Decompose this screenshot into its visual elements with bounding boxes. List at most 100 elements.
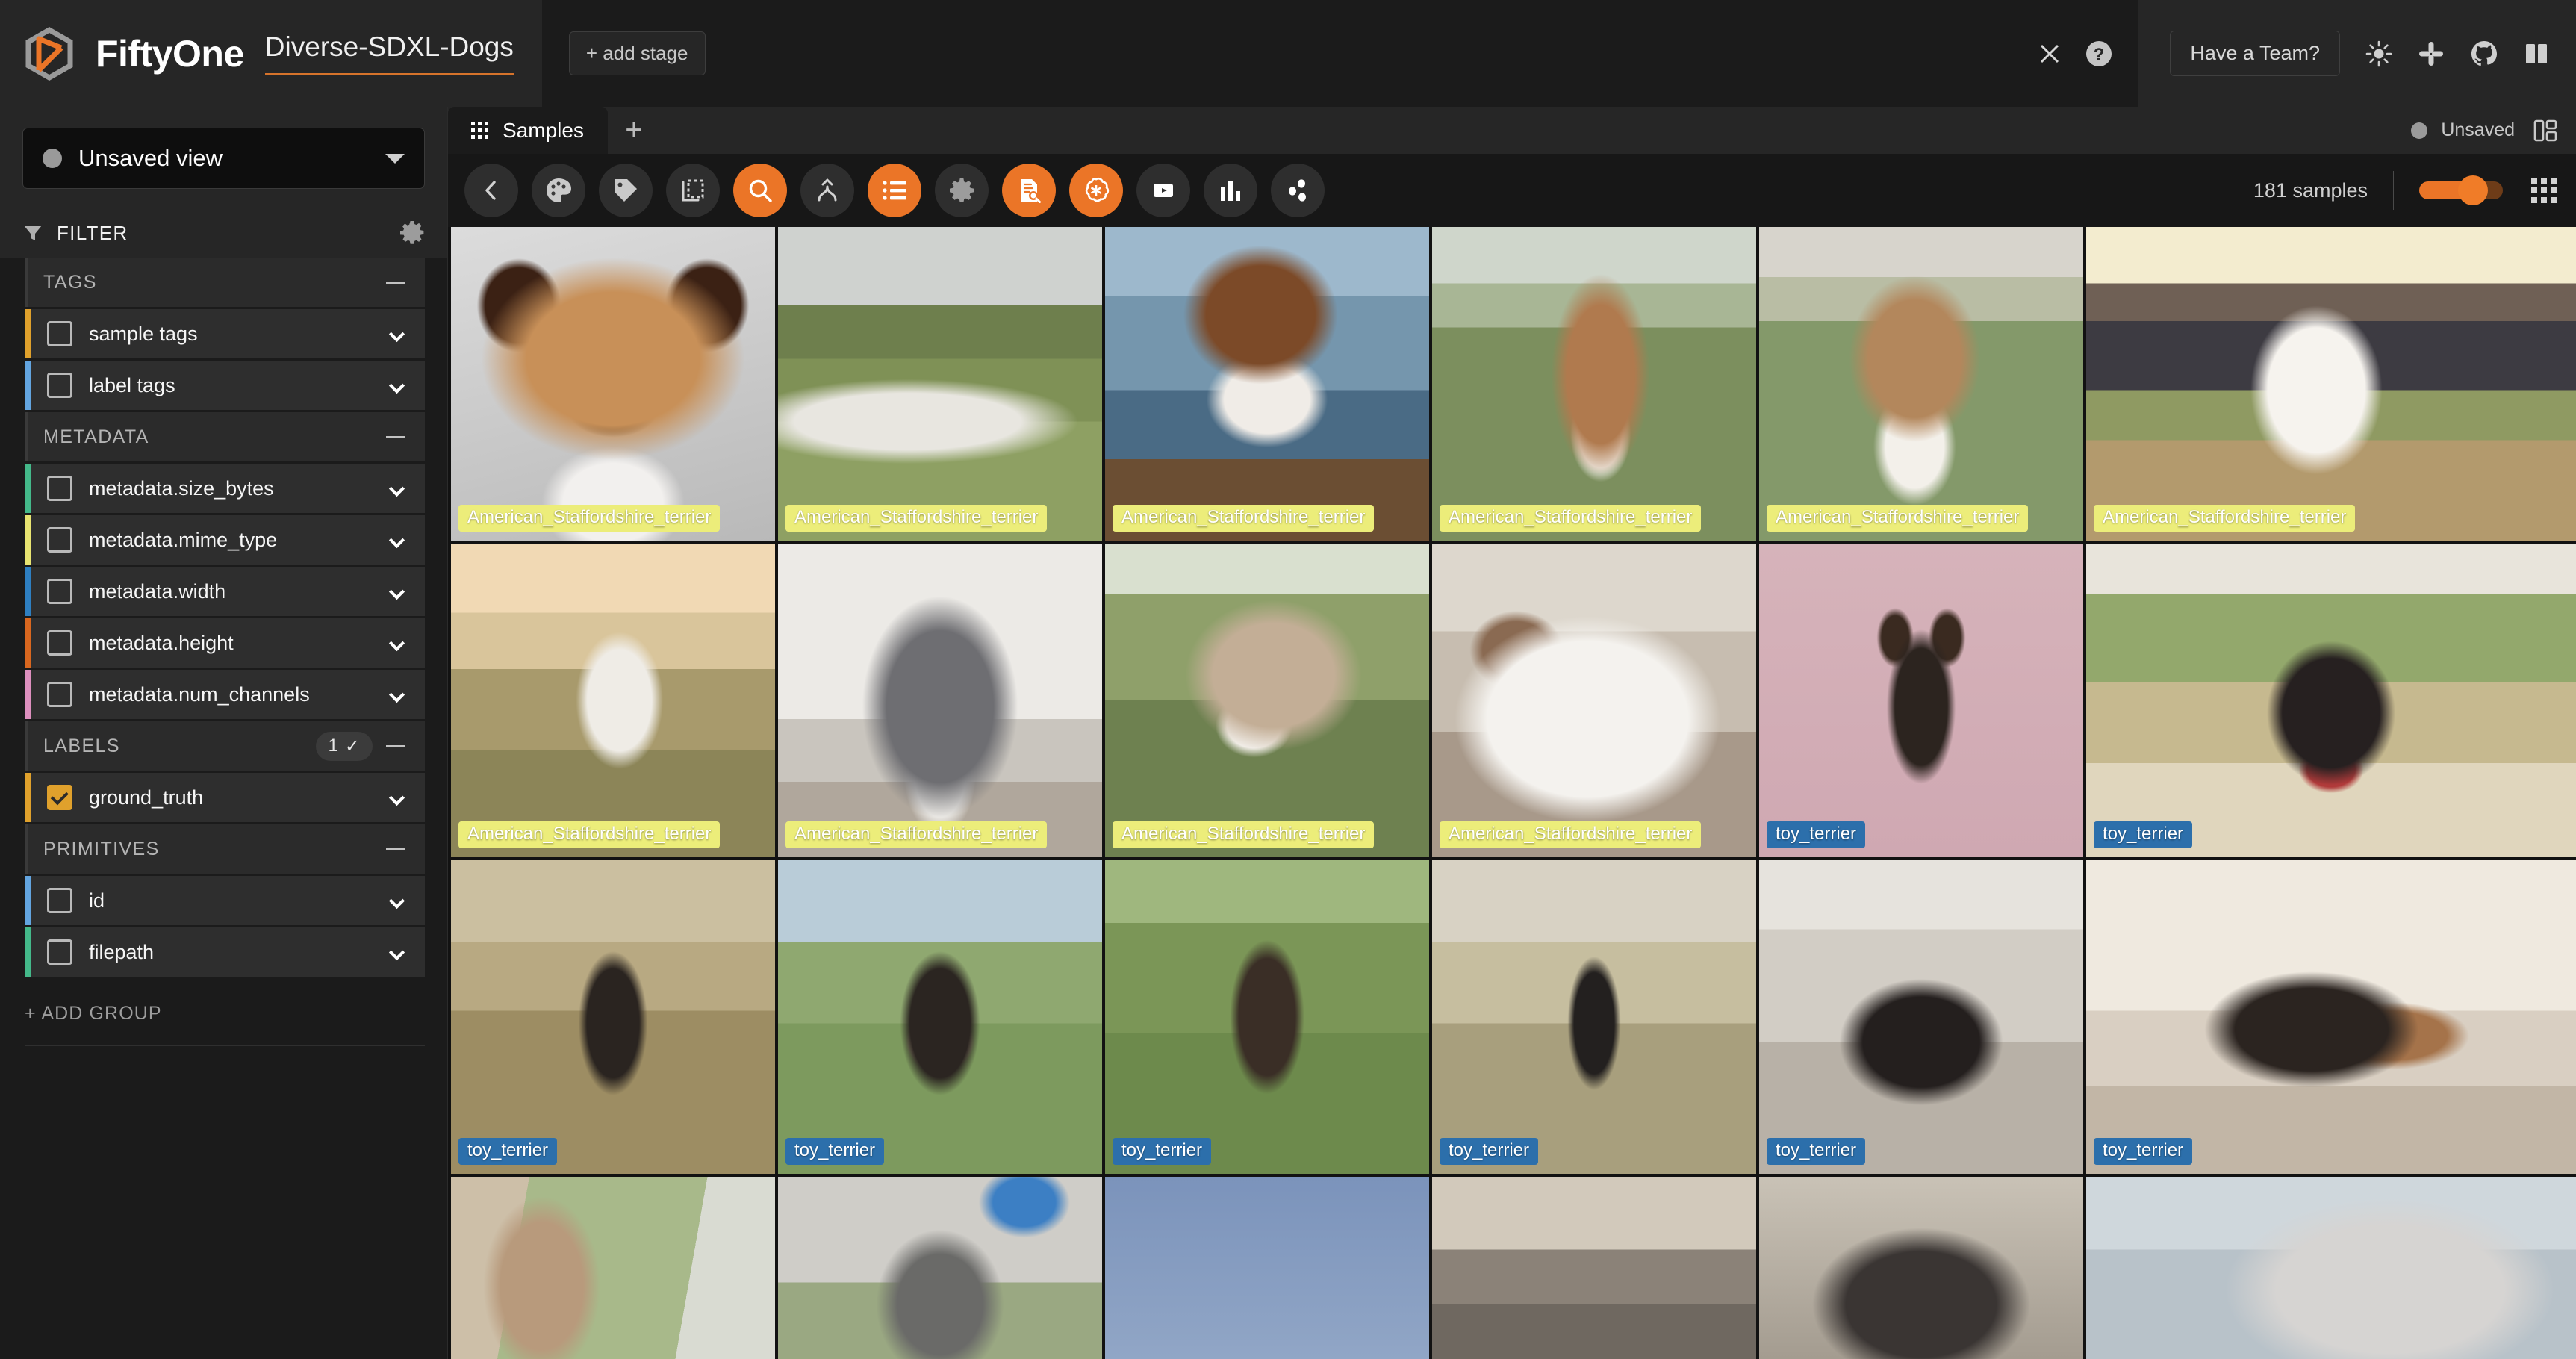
similarity-sort-icon[interactable] bbox=[800, 164, 854, 217]
view-selector-dropdown[interactable]: Unsaved view bbox=[22, 128, 425, 189]
classification-label-chip[interactable]: toy_terrier bbox=[1767, 1138, 1866, 1165]
search-magnifier-icon[interactable] bbox=[733, 164, 787, 217]
docs-book-icon[interactable] bbox=[2524, 41, 2549, 66]
sample-thumbnail[interactable]: toy_terrier bbox=[778, 860, 1102, 1174]
dataset-name-container[interactable]: Diverse-SDXL-Dogs bbox=[264, 31, 514, 75]
classification-label-chip[interactable]: toy_terrier bbox=[1767, 821, 1866, 848]
add-stage-button[interactable]: + add stage bbox=[568, 31, 706, 75]
sample-thumbnail[interactable]: American_Staffordshire_terrier bbox=[1432, 544, 1756, 857]
sidebar-field-row[interactable]: metadata.width bbox=[25, 567, 425, 616]
classification-label-chip[interactable]: American_Staffordshire_terrier bbox=[1440, 821, 1702, 848]
sample-thumbnail[interactable] bbox=[2086, 1177, 2576, 1359]
sample-thumbnail[interactable]: toy_terrier bbox=[451, 860, 775, 1174]
sample-thumbnail[interactable]: toy_terrier bbox=[1432, 860, 1756, 1174]
add-group-button[interactable]: + ADD GROUP bbox=[0, 979, 447, 1045]
collapse-minus-icon[interactable] bbox=[386, 848, 405, 850]
chevron-down-icon[interactable] bbox=[388, 686, 405, 703]
collapse-minus-icon[interactable] bbox=[386, 435, 405, 438]
chevron-down-icon[interactable] bbox=[388, 377, 405, 394]
sample-thumbnail[interactable] bbox=[1432, 1177, 1756, 1359]
classification-label-chip[interactable]: American_Staffordshire_terrier bbox=[785, 821, 1048, 848]
sample-thumbnail[interactable]: American_Staffordshire_terrier bbox=[1105, 544, 1429, 857]
classification-label-chip[interactable]: American_Staffordshire_terrier bbox=[1113, 505, 1375, 532]
sidebar-group-header[interactable]: LABELS 1 ✓ bbox=[25, 721, 425, 771]
checkbox-unchecked[interactable] bbox=[47, 630, 72, 656]
classification-label-chip[interactable]: American_Staffordshire_terrier bbox=[458, 821, 721, 848]
slack-icon[interactable] bbox=[2418, 40, 2445, 67]
chevron-down-icon[interactable] bbox=[388, 326, 405, 342]
sidebar-field-row[interactable]: sample tags bbox=[25, 309, 425, 358]
video-play-icon[interactable] bbox=[1136, 164, 1190, 217]
chevron-down-icon[interactable] bbox=[388, 635, 405, 651]
classification-label-chip[interactable]: toy_terrier bbox=[2094, 1138, 2193, 1165]
checkbox-unchecked[interactable] bbox=[47, 373, 72, 398]
chevron-down-icon[interactable] bbox=[388, 944, 405, 960]
classification-label-chip[interactable]: toy_terrier bbox=[1440, 1138, 1539, 1165]
chevron-down-icon[interactable] bbox=[388, 892, 405, 909]
close-icon[interactable] bbox=[2037, 41, 2062, 66]
sample-thumbnail[interactable]: American_Staffordshire_terrier bbox=[451, 544, 775, 857]
have-a-team-button[interactable]: Have a Team? bbox=[2170, 31, 2340, 76]
classification-label-chip[interactable]: American_Staffordshire_terrier bbox=[1440, 505, 1702, 532]
classification-label-chip[interactable]: toy_terrier bbox=[785, 1138, 885, 1165]
classification-label-chip[interactable]: American_Staffordshire_terrier bbox=[1113, 821, 1375, 848]
classification-label-chip[interactable]: toy_terrier bbox=[458, 1138, 558, 1165]
settings-gear-icon[interactable] bbox=[935, 164, 989, 217]
checkbox-unchecked[interactable] bbox=[47, 682, 72, 707]
sample-thumbnail[interactable]: American_Staffordshire_terrier bbox=[778, 227, 1102, 541]
chevron-down-icon[interactable] bbox=[388, 789, 405, 806]
help-circle-icon[interactable]: ? bbox=[2085, 40, 2113, 68]
openai-logo-icon[interactable] bbox=[1069, 164, 1123, 217]
sample-thumbnail[interactable]: toy_terrier bbox=[1105, 860, 1429, 1174]
sample-thumbnail[interactable] bbox=[1759, 1177, 2083, 1359]
list-view-icon[interactable] bbox=[868, 164, 921, 217]
collapse-minus-icon[interactable] bbox=[386, 281, 405, 284]
sidebar-field-row[interactable]: metadata.height bbox=[25, 618, 425, 668]
zoom-slider-knob[interactable] bbox=[2458, 175, 2488, 205]
sample-thumbnail[interactable]: American_Staffordshire_terrier bbox=[1105, 227, 1429, 541]
classification-label-chip[interactable]: American_Staffordshire_terrier bbox=[785, 505, 1048, 532]
classification-label-chip[interactable]: American_Staffordshire_terrier bbox=[458, 505, 721, 532]
checkbox-unchecked[interactable] bbox=[47, 888, 72, 913]
sidebar-field-row[interactable]: metadata.size_bytes bbox=[25, 464, 425, 513]
sample-thumbnail[interactable] bbox=[1105, 1177, 1429, 1359]
chevron-down-icon[interactable] bbox=[385, 153, 405, 164]
color-palette-icon[interactable] bbox=[532, 164, 585, 217]
panel-layout-icon[interactable] bbox=[2533, 118, 2558, 143]
patches-selection-icon[interactable] bbox=[666, 164, 720, 217]
sample-thumbnail[interactable]: American_Staffordshire_terrier bbox=[1432, 227, 1756, 541]
back-chevron-icon[interactable] bbox=[464, 164, 518, 217]
checkbox-unchecked[interactable] bbox=[47, 527, 72, 553]
sidebar-group-header[interactable]: TAGS bbox=[25, 258, 425, 307]
tag-icon[interactable] bbox=[599, 164, 653, 217]
sample-thumbnail[interactable]: American_Staffordshire_terrier bbox=[451, 227, 775, 541]
classification-label-chip[interactable]: American_Staffordshire_terrier bbox=[2094, 505, 2356, 532]
sidebar-field-row[interactable]: ground_truth bbox=[25, 773, 425, 822]
checkbox-unchecked[interactable] bbox=[47, 321, 72, 346]
classification-label-chip[interactable]: toy_terrier bbox=[2094, 821, 2193, 848]
sidebar-group-header[interactable]: METADATA bbox=[25, 412, 425, 461]
document-search-icon[interactable] bbox=[1002, 164, 1056, 217]
sample-thumbnail[interactable] bbox=[451, 1177, 775, 1359]
checkbox-unchecked[interactable] bbox=[47, 939, 72, 965]
tab-samples[interactable]: Samples bbox=[448, 107, 608, 154]
gear-icon[interactable] bbox=[399, 220, 425, 246]
grid-9-dots-icon[interactable] bbox=[2530, 176, 2558, 205]
bar-chart-icon[interactable] bbox=[1204, 164, 1257, 217]
sidebar-field-row[interactable]: metadata.num_channels bbox=[25, 670, 425, 719]
classification-label-chip[interactable]: American_Staffordshire_terrier bbox=[1767, 505, 2029, 532]
github-icon[interactable] bbox=[2470, 40, 2498, 68]
sample-thumbnail[interactable]: toy_terrier bbox=[2086, 544, 2576, 857]
sample-thumbnail[interactable]: toy_terrier bbox=[1759, 544, 2083, 857]
sun-icon[interactable] bbox=[2365, 40, 2392, 67]
scatter-points-icon[interactable] bbox=[1271, 164, 1325, 217]
zoom-slider[interactable] bbox=[2419, 175, 2503, 205]
sidebar-field-row[interactable]: id bbox=[25, 876, 425, 925]
sidebar-field-row[interactable]: label tags bbox=[25, 361, 425, 410]
chevron-down-icon[interactable] bbox=[388, 480, 405, 497]
sample-thumbnail[interactable]: American_Staffordshire_terrier bbox=[2086, 227, 2576, 541]
sample-thumbnail[interactable]: toy_terrier bbox=[1759, 860, 2083, 1174]
sample-thumbnail[interactable] bbox=[778, 1177, 1102, 1359]
checkbox-checked[interactable] bbox=[47, 785, 72, 810]
new-tab-button[interactable]: + bbox=[608, 107, 660, 154]
